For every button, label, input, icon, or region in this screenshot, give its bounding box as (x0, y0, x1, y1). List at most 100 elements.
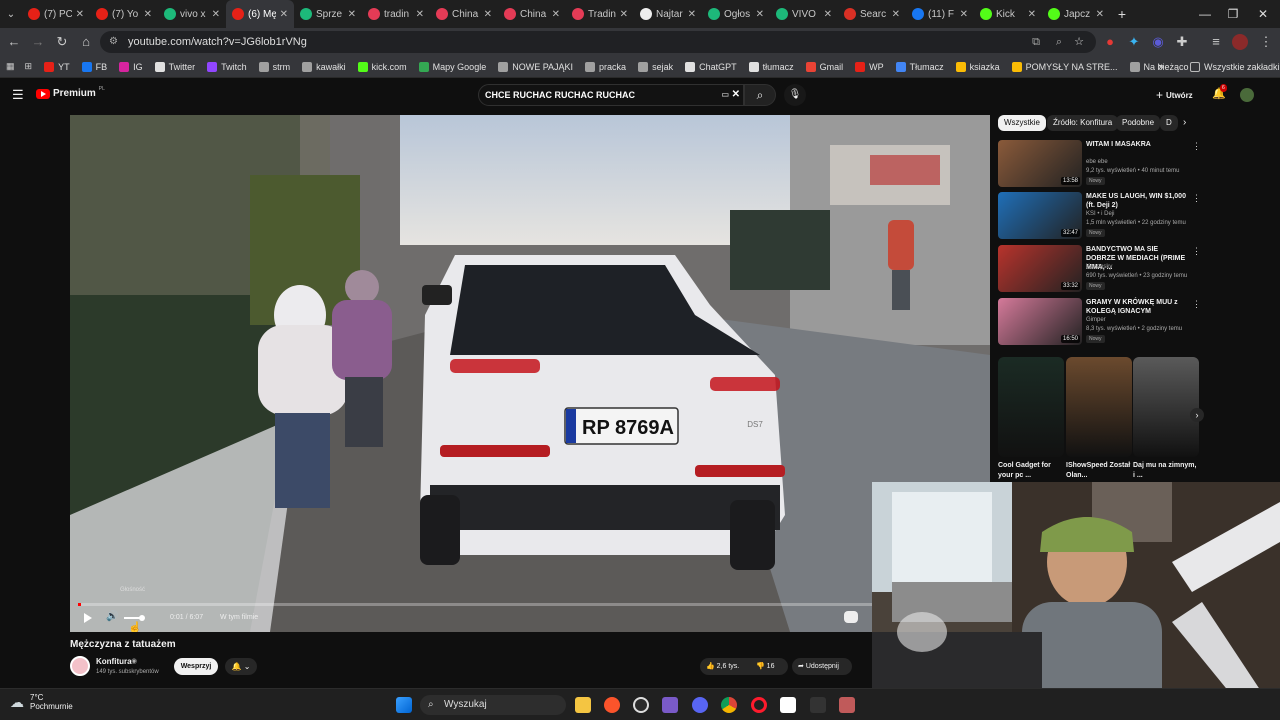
discord-icon[interactable] (692, 697, 708, 713)
bookmark-item[interactable]: POMYSŁY NA STRE... (1011, 61, 1118, 72)
obs-icon[interactable] (633, 697, 649, 713)
subscription-bell-button[interactable]: 🔔 ⌄ (225, 658, 257, 675)
filter-chip[interactable]: D (1160, 115, 1178, 131)
chrome-icon[interactable] (721, 697, 737, 713)
tab-close-icon[interactable]: ✕ (960, 9, 968, 20)
filter-chip[interactable]: Podobne (1116, 115, 1161, 131)
bookmark-item[interactable]: ChatGPT (685, 61, 737, 72)
create-button[interactable]: + Utwórz (1156, 88, 1193, 102)
opera-icon[interactable] (751, 697, 767, 713)
install-icon[interactable]: ⧉ (1032, 31, 1040, 53)
video-player[interactable]: RP 8769A DS7 Głośność 🔊 ☝ 0:01 / 6:07 W … (70, 115, 990, 632)
browser-tab[interactable]: tradin ✕ (362, 0, 430, 28)
grid-icon[interactable]: ⊞ (25, 61, 33, 72)
bookmark-item[interactable]: Twitch (207, 61, 247, 72)
browser-tab[interactable]: Searc ✕ (838, 0, 906, 28)
short-thumbnail[interactable] (998, 357, 1064, 457)
hamburger-menu-icon[interactable]: ☰ (12, 87, 24, 103)
shorts-next-icon[interactable]: › (1190, 408, 1204, 422)
bookmark-item[interactable]: WP (855, 61, 884, 72)
bookmark-item[interactable]: ksiazka (955, 61, 1000, 72)
tab-search-button[interactable]: ⌄ (0, 9, 22, 20)
filter-chip[interactable]: Wszystkie (998, 115, 1046, 131)
bookmark-item[interactable]: sejak (638, 61, 673, 72)
browser-tab[interactable]: Sprze ✕ (294, 0, 362, 28)
browser-tab[interactable]: (11) F ✕ (906, 0, 974, 28)
close-window-icon[interactable]: ✕ (1246, 0, 1280, 28)
tab-close-icon[interactable]: ✕ (620, 9, 628, 20)
tab-close-icon[interactable]: ✕ (76, 9, 84, 20)
bookmark-item[interactable]: Mapy Google (418, 61, 486, 72)
short-title[interactable]: IShowSpeed Został Olan... (1066, 461, 1132, 481)
tab-close-icon[interactable]: ✕ (892, 9, 900, 20)
recommendation-item[interactable]: 32:47 MAKE US LAUGH, WIN $1,000 (ft. Deji… (998, 192, 1201, 240)
recommendation-title[interactable]: WITAM I MASAKRA (1086, 140, 1186, 149)
browser-tab[interactable]: vivo x ✕ (158, 0, 226, 28)
brave-icon[interactable] (604, 697, 620, 713)
search-button[interactable]: ⌕ (744, 84, 776, 106)
extension-circle-icon[interactable]: ◉ (1150, 34, 1166, 50)
browser-tab[interactable]: (6) Mę ✕ (226, 0, 294, 28)
volume-slider[interactable] (124, 615, 145, 621)
bookmark-item[interactable]: NOWE PAJĄKI (498, 61, 573, 72)
chapter-label[interactable]: W tym filmie (220, 614, 258, 621)
maximize-icon[interactable]: ❐ (1216, 0, 1250, 28)
recommendation-item[interactable]: 13:58 WITAM I MASAKRA ebe ebe 9,2 tys. wyśw… (998, 140, 1201, 188)
browser-tab[interactable]: (7) Yo ✕ (90, 0, 158, 28)
more-options-icon[interactable]: ⋮ (1192, 299, 1201, 310)
weather-widget[interactable]: ☁ 7°C Pochmurnie (10, 693, 73, 711)
recommendation-item[interactable]: 33:32 BANDYCTWO MA SIE DOBRZE W MEDIACH (… (998, 245, 1201, 293)
play-button[interactable] (82, 612, 94, 624)
browser-menu-icon[interactable]: ⋮ (1258, 34, 1274, 50)
address-bar[interactable]: ⚙ youtube.com/watch?v=JG6lob1rVNg ⧉ ⌕ ☆ (100, 31, 1096, 53)
taskbar-search-box[interactable]: ⌕ Wyszukaj (420, 695, 566, 715)
short-thumbnail[interactable] (1133, 357, 1199, 457)
bookmark-item[interactable]: Gmail (805, 61, 843, 72)
tab-close-icon[interactable]: ✕ (144, 9, 152, 20)
notifications-button[interactable]: 🔔 6 (1212, 84, 1227, 100)
browser-tab[interactable]: China ✕ (430, 0, 498, 28)
browser-tab[interactable]: China ✕ (498, 0, 566, 28)
tab-close-icon[interactable]: ✕ (552, 9, 560, 20)
bookmark-item[interactable]: kawałki (302, 61, 346, 72)
channel-name[interactable]: Konfitura (96, 657, 132, 666)
bookmark-item[interactable]: YT (44, 61, 70, 72)
back-icon[interactable]: ← (6, 34, 22, 50)
tab-close-icon[interactable]: ✕ (484, 9, 492, 20)
chips-next-icon[interactable]: › (1183, 117, 1186, 128)
photos-app-icon[interactable] (662, 697, 678, 713)
tab-close-icon[interactable]: ✕ (280, 9, 288, 20)
all-bookmarks-button[interactable]: Wszystkie zakładki (1190, 61, 1280, 72)
browser-tab[interactable]: Japcz ✕ (1042, 0, 1110, 28)
extension-record-icon[interactable]: ● (1102, 34, 1118, 50)
recommendation-title[interactable]: MAKE US LAUGH, WIN $1,000 (ft. Deji 2) (1086, 192, 1186, 210)
support-button[interactable]: Wesprzyj (174, 658, 218, 675)
recommendation-channel[interactable]: Gimper (1086, 317, 1106, 323)
voice-search-button[interactable]: 🎙 (784, 84, 806, 106)
site-info-icon[interactable]: ⚙ (109, 31, 118, 53)
tab-close-icon[interactable]: ✕ (824, 9, 832, 20)
capcut-icon[interactable] (780, 697, 796, 713)
dislike-button[interactable]: 👎 16 (756, 662, 774, 670)
tab-close-icon[interactable]: ✕ (416, 9, 424, 20)
browser-tab[interactable]: Kick ✕ (974, 0, 1042, 28)
recommendation-item[interactable]: 16:50 GRAMY W KRÓWKĘ MUU z KOLEGĄ IGNACYM… (998, 298, 1201, 346)
new-tab-button[interactable]: + (1110, 6, 1134, 22)
browser-tab[interactable]: VIVO ✕ (770, 0, 838, 28)
bookmark-item[interactable]: tłumacz (748, 61, 794, 72)
short-thumbnail[interactable] (1066, 357, 1132, 457)
progress-bar[interactable] (78, 603, 982, 606)
file-explorer-icon[interactable] (575, 697, 591, 713)
account-avatar[interactable] (1240, 88, 1254, 102)
share-button[interactable]: ➦ Udostępnij (792, 658, 852, 675)
recommendation-title[interactable]: GRAMY W KRÓWKĘ MUU z KOLEGĄ IGNACYM (1086, 298, 1186, 316)
volume-button[interactable]: 🔊 (106, 611, 118, 622)
home-icon[interactable]: ⌂ (78, 34, 94, 50)
search-input[interactable]: CHCE RUCHAC RUCHAC RUCHAC ▭ ✕ (478, 84, 744, 106)
more-options-icon[interactable]: ⋮ (1192, 246, 1201, 257)
media-app-icon[interactable] (839, 697, 855, 713)
more-options-icon[interactable]: ⋮ (1192, 141, 1201, 152)
tab-close-icon[interactable]: ✕ (756, 9, 764, 20)
windows-start-icon[interactable] (396, 697, 412, 713)
bookmarks-more-button[interactable]: » (1158, 61, 1164, 73)
